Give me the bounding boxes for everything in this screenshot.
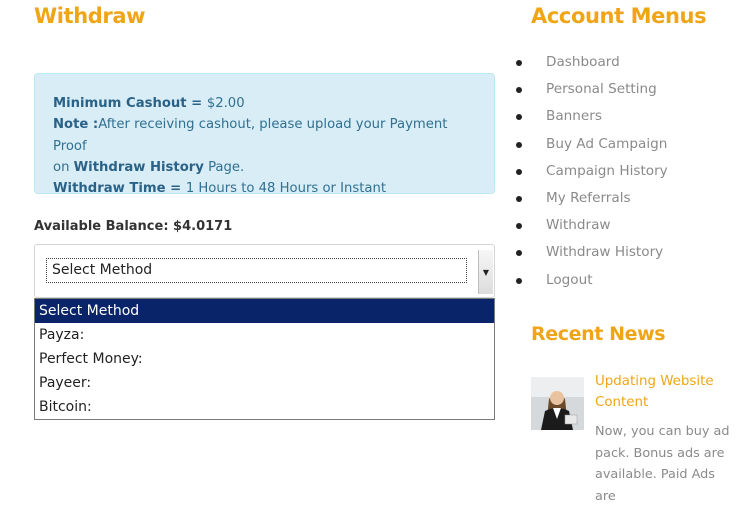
news-item-text: Now, you can buy ad pack. Bonus ads are … xyxy=(595,424,730,504)
bullet-icon xyxy=(516,250,522,257)
bullet-icon xyxy=(516,114,522,121)
bullet-icon xyxy=(516,277,522,284)
dropdown-option-select-method[interactable]: Select Method xyxy=(35,299,494,323)
sidebar-item-withdraw-history[interactable]: Withdraw History xyxy=(512,239,668,266)
method-select-value[interactable]: Select Method xyxy=(46,258,467,283)
sidebar-item-my-referrals[interactable]: My Referrals xyxy=(512,185,668,212)
recent-news-title: Recent News xyxy=(531,323,666,345)
sidebar-item-label: Banners xyxy=(546,108,602,125)
businesswoman-photo-icon xyxy=(531,377,584,430)
account-menus-title: Account Menus xyxy=(531,4,707,28)
sidebar-item-label: Withdraw xyxy=(546,217,611,234)
sidebar-item-logout[interactable]: Logout xyxy=(512,267,668,294)
sidebar-item-dashboard[interactable]: Dashboard xyxy=(512,49,668,76)
sidebar-item-buy-ad-campaign[interactable]: Buy Ad Campaign xyxy=(512,131,668,158)
bullet-icon xyxy=(516,87,522,94)
min-cashout-line: Minimum Cashout = $2.00 xyxy=(53,93,476,114)
dropdown-option-payza[interactable]: Payza: xyxy=(35,323,494,347)
note-on: on xyxy=(53,159,74,175)
sidebar-item-label: Personal Setting xyxy=(546,81,657,98)
bullet-icon xyxy=(516,141,522,148)
dropdown-option-payeer[interactable]: Payeer: xyxy=(35,371,494,395)
note-line-2: on Withdraw History Page. xyxy=(53,157,476,178)
bullet-icon xyxy=(516,223,522,230)
chevron-down-icon[interactable]: ▼ xyxy=(478,250,493,294)
available-balance: Available Balance: $4.0171 xyxy=(34,219,233,234)
sidebar-item-banners[interactable]: Banners xyxy=(512,103,668,130)
news-item-title[interactable]: Updating Website Content xyxy=(595,371,735,413)
method-select[interactable]: Select Method ▼ xyxy=(34,244,495,298)
sidebar-item-label: Withdraw History xyxy=(546,244,664,261)
sidebar-item-campaign-history[interactable]: Campaign History xyxy=(512,158,668,185)
min-cashout-label: Minimum Cashout = xyxy=(53,96,207,111)
bullet-icon xyxy=(516,168,522,175)
news-thumbnail[interactable] xyxy=(531,377,584,430)
page-title: Withdraw xyxy=(34,4,146,28)
note-page: Page. xyxy=(203,159,245,175)
withdraw-time-value: 1 Hours to 48 Hours or Instant xyxy=(185,181,387,197)
bullet-icon xyxy=(516,195,522,202)
sidebar-item-withdraw[interactable]: Withdraw xyxy=(512,212,668,239)
note-line: Note :After receiving cashout, please up… xyxy=(53,114,476,157)
account-menu-list: Dashboard Personal Setting Banners Buy A… xyxy=(512,49,668,294)
dropdown-option-perfect-money[interactable]: Perfect Money: xyxy=(35,347,494,371)
sidebar-item-label: Logout xyxy=(546,271,593,288)
dropdown-option-bitcoin[interactable]: Bitcoin: xyxy=(35,395,494,419)
note-label: Note : xyxy=(53,117,99,133)
min-cashout-value: $2.00 xyxy=(206,96,245,111)
withdraw-time-label: Withdraw Time = xyxy=(53,181,186,197)
sidebar-item-label: Campaign History xyxy=(546,162,668,179)
note-text: After receiving cashout, please upload y… xyxy=(53,117,448,154)
method-dropdown-list: Select Method Payza: Perfect Money: Paye… xyxy=(34,298,495,420)
sidebar-item-label: Dashboard xyxy=(546,54,620,70)
withdraw-time-line: Withdraw Time = 1 Hours to 48 Hours or I… xyxy=(53,178,476,199)
sidebar-item-label: Buy Ad Campaign xyxy=(546,135,668,152)
bullet-icon xyxy=(516,60,522,66)
sidebar-item-label: My Referrals xyxy=(546,189,631,206)
sidebar-item-personal-setting[interactable]: Personal Setting xyxy=(512,76,668,103)
cashout-info-box: Minimum Cashout = $2.00 Note :After rece… xyxy=(34,73,495,196)
withdraw-history-reference: Withdraw History xyxy=(73,159,204,175)
